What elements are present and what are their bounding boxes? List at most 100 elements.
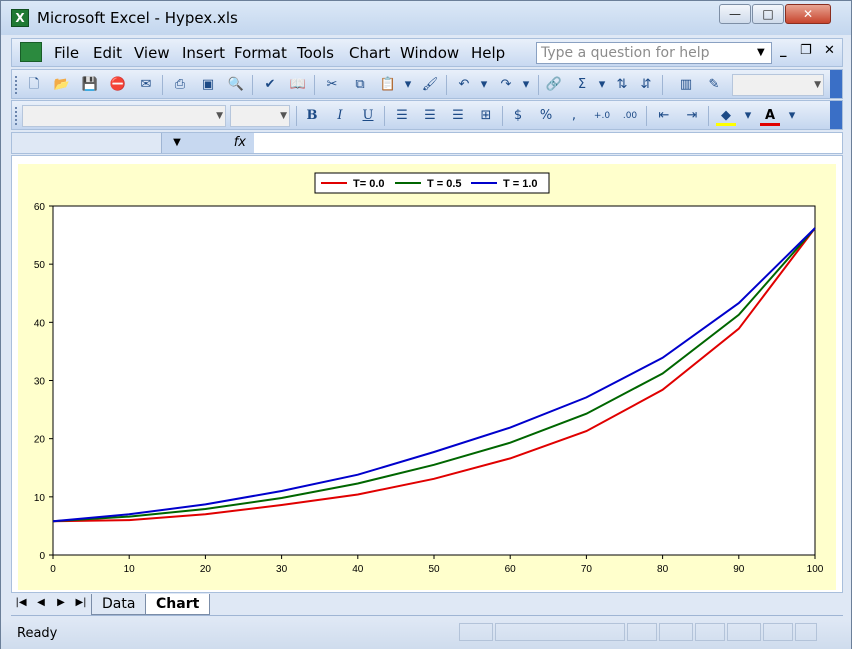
chevron-down-icon[interactable]: ▼ xyxy=(162,133,192,153)
minimize-button[interactable]: — xyxy=(719,4,751,24)
menu-help[interactable]: Help xyxy=(471,44,505,62)
line-chart[interactable]: 0 10 20 30 40 50 60 0 10 20 30 40 50 60 70 80 90 100 T= 0.… xyxy=(18,164,836,590)
align-right-icon[interactable]: ☰ xyxy=(448,106,468,126)
cut-icon[interactable]: ✂ xyxy=(322,75,342,95)
font-color-icon[interactable]: A xyxy=(760,106,780,126)
decrease-indent-icon[interactable]: ⇤ xyxy=(654,106,674,126)
first-sheet-icon[interactable]: |◀ xyxy=(13,597,29,608)
new-file-icon[interactable]: 🗋 xyxy=(24,75,44,95)
format-painter-icon[interactable]: 🖌 xyxy=(420,75,440,95)
undo-dropdown-icon[interactable]: ▾ xyxy=(474,75,494,95)
doc-restore-icon[interactable]: ❐ xyxy=(800,43,812,58)
chart-area[interactable]: 0 10 20 30 40 50 60 0 10 20 30 40 50 60 70 80 90 100 T= 0.… xyxy=(18,164,836,590)
currency-icon[interactable]: $ xyxy=(508,106,528,126)
menu-bar: File Edit View Insert Format Tools Chart… xyxy=(11,38,843,67)
tab-data[interactable]: Data xyxy=(91,594,147,615)
merge-center-icon[interactable]: ⊞ xyxy=(476,106,496,126)
drawing-icon[interactable]: ✎ xyxy=(704,75,724,95)
comma-style-icon[interactable]: , xyxy=(564,106,584,126)
fill-color-icon[interactable]: ◆ xyxy=(716,106,736,126)
toolbar-separator xyxy=(708,106,709,126)
close-button[interactable]: ✕ xyxy=(785,4,831,24)
tab-chart[interactable]: Chart xyxy=(145,594,211,615)
menu-file[interactable]: File xyxy=(54,44,79,62)
print-icon[interactable]: ⎙ xyxy=(170,75,190,95)
title-bar[interactable]: X Microsoft Excel - Hypex.xls — □ ✕ xyxy=(1,1,851,35)
toolbar-separator xyxy=(252,75,253,95)
toolbar-grip[interactable] xyxy=(15,107,18,125)
fill-color-dropdown-icon[interactable]: ▾ xyxy=(738,106,758,126)
chevron-down-icon[interactable]: ▼ xyxy=(757,47,765,58)
sheet-tab-bar: |◀ ◀ ▶ ▶| Data Chart xyxy=(11,594,843,616)
chart-wizard-icon[interactable]: ▥ xyxy=(676,75,696,95)
status-panel xyxy=(659,623,693,641)
chevron-down-icon[interactable]: ▼ xyxy=(814,80,821,90)
menu-format[interactable]: Format xyxy=(234,44,287,62)
workbook-icon[interactable] xyxy=(20,42,42,62)
autosum-icon[interactable]: Σ xyxy=(572,75,592,95)
chevron-down-icon[interactable]: ▼ xyxy=(216,111,223,121)
align-center-icon[interactable]: ☰ xyxy=(420,106,440,126)
sort-ascending-icon[interactable]: ⇅ xyxy=(612,75,632,95)
font-size-combo[interactable]: ▼ xyxy=(230,105,290,127)
save-icon[interactable]: 💾 xyxy=(80,75,100,95)
paste-icon[interactable]: 📋 xyxy=(378,75,398,95)
increase-indent-icon[interactable]: ⇥ xyxy=(682,106,702,126)
font-color-dropdown-icon[interactable]: ▾ xyxy=(782,106,802,126)
redo-dropdown-icon[interactable]: ▾ xyxy=(516,75,536,95)
name-box[interactable] xyxy=(12,133,162,153)
doc-minimize-icon[interactable]: _ xyxy=(780,43,787,58)
last-sheet-icon[interactable]: ▶| xyxy=(73,597,89,608)
font-combo[interactable]: ▼ xyxy=(22,105,226,127)
align-left-icon[interactable]: ☰ xyxy=(392,106,412,126)
italic-icon[interactable]: I xyxy=(330,106,350,126)
chevron-down-icon[interactable]: ▼ xyxy=(280,111,287,121)
toolbar-options-button[interactable] xyxy=(830,101,842,129)
open-folder-icon[interactable]: 📂 xyxy=(52,75,72,95)
percent-icon[interactable]: % xyxy=(536,106,556,126)
toolbar-separator xyxy=(538,75,539,95)
insert-function-button[interactable]: fx xyxy=(192,133,254,153)
toolbar-separator xyxy=(662,75,663,95)
copy-icon[interactable]: ⧉ xyxy=(350,75,370,95)
next-sheet-icon[interactable]: ▶ xyxy=(53,597,69,608)
menu-insert[interactable]: Insert xyxy=(182,44,225,62)
toolbar-separator xyxy=(314,75,315,95)
underline-icon[interactable]: U xyxy=(358,106,378,126)
paste-dropdown-icon[interactable]: ▾ xyxy=(398,75,418,95)
sort-descending-icon[interactable]: ⇵ xyxy=(636,75,656,95)
y-tick-label: 30 xyxy=(34,377,46,388)
maximize-button[interactable]: □ xyxy=(752,4,784,24)
chart-sheet: 0 10 20 30 40 50 60 0 10 20 30 40 50 60 70 80 90 100 T= 0.… xyxy=(11,155,843,593)
status-panel xyxy=(763,623,793,641)
menu-edit[interactable]: Edit xyxy=(93,44,122,62)
toolbar-grip[interactable] xyxy=(15,76,18,94)
menu-tools[interactable]: Tools xyxy=(297,44,334,62)
redo-icon[interactable]: ↷ xyxy=(496,75,516,95)
increase-decimal-icon[interactable]: +.0 xyxy=(592,106,612,126)
spelling-icon[interactable]: ✔ xyxy=(260,75,280,95)
email-icon[interactable]: ✉ xyxy=(136,75,156,95)
formatting-toolbar: ▼ ▼ B I U ☰ ☰ ☰ ⊞ $ % , +.0 .00 ⇤ ⇥ ◆ ▾ … xyxy=(11,100,843,130)
prev-sheet-icon[interactable]: ◀ xyxy=(33,597,49,608)
help-search-input[interactable]: Type a question for help xyxy=(536,42,772,64)
excel-app-icon[interactable]: X xyxy=(11,9,29,27)
menu-view[interactable]: View xyxy=(134,44,170,62)
x-tick-label: 100 xyxy=(807,564,824,575)
permission-icon[interactable]: ⛔ xyxy=(108,75,128,95)
doc-close-icon[interactable]: ✕ xyxy=(824,43,835,58)
menu-chart[interactable]: Chart xyxy=(349,44,390,62)
status-panel xyxy=(695,623,725,641)
zoom-combo[interactable]: ▼ xyxy=(732,74,824,96)
research-icon[interactable]: 📖 xyxy=(288,75,308,95)
hyperlink-icon[interactable]: 🔗 xyxy=(544,75,564,95)
print-preview-icon[interactable]: 🔍 xyxy=(226,75,246,95)
legend-label-3: T = 1.0 xyxy=(503,178,538,190)
autosum-dropdown-icon[interactable]: ▾ xyxy=(592,75,612,95)
decrease-decimal-icon[interactable]: .00 xyxy=(620,106,640,126)
bold-icon[interactable]: B xyxy=(302,106,322,126)
undo-icon[interactable]: ↶ xyxy=(454,75,474,95)
toolbar-options-button[interactable] xyxy=(830,70,842,98)
menu-window[interactable]: Window xyxy=(400,44,459,62)
pdf-icon[interactable]: ▣ xyxy=(198,75,218,95)
